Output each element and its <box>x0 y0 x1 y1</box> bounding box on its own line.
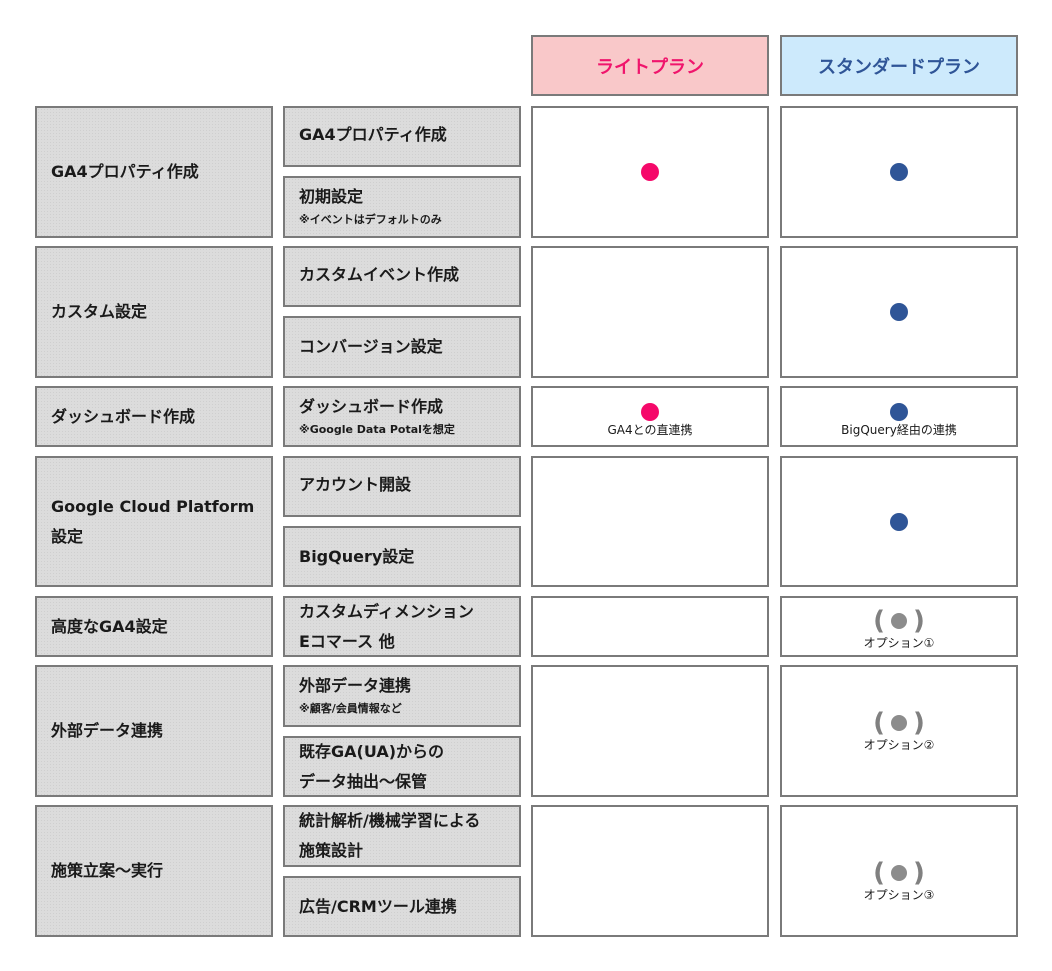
optional-dot-icon <box>891 715 907 731</box>
item-conversion-settings: コンバージョン設定 <box>283 316 521 378</box>
category-dashboard: ダッシュボード作成 <box>35 386 273 447</box>
open-paren: ( <box>873 605 885 636</box>
category-ga4-property: GA4プロパティ作成 <box>35 106 273 238</box>
item-bigquery-settings: BigQuery設定 <box>283 526 521 587</box>
item-title: 広告/CRMツール連携 <box>299 896 457 916</box>
item-initial-settings: 初期設定 ※イベントはデフォルトのみ <box>283 176 521 238</box>
lite-cell-custom-settings <box>531 246 769 378</box>
item-ua-data-extract: 既存GA(UA)からの データ抽出～保管 <box>283 736 521 797</box>
optional-dot-icon <box>891 865 907 881</box>
category-label-line: 設定 <box>51 526 84 546</box>
category-label: 外部データ連携 <box>51 721 164 740</box>
plan-header-standard: スタンダードプラン <box>780 35 1018 96</box>
item-title-line: 既存GA(UA)からの <box>299 741 445 761</box>
plan-header-lite-label: ライトプラン <box>596 56 704 78</box>
close-paren: ) <box>913 605 925 636</box>
category-label: ダッシュボード作成 <box>51 406 196 426</box>
included-dot-icon <box>890 512 908 531</box>
option-mark: ( ) <box>873 710 925 736</box>
item-dashboard-create: ダッシュボード作成 ※Google Data Potalを想定 <box>283 386 521 447</box>
standard-cell-dashboard: BigQuery経由の連携 <box>780 386 1018 447</box>
item-title: ダッシュボード作成 <box>299 396 444 416</box>
optional-dot-icon <box>891 612 907 629</box>
lite-cell-measures <box>531 805 769 937</box>
category-label-line: Google Cloud Platform <box>51 496 255 516</box>
standard-cell-advanced-ga4: ( ) オプション① <box>780 596 1018 657</box>
plan-note: オプション① <box>863 635 935 650</box>
item-title: BigQuery設定 <box>299 546 415 566</box>
item-ga4-property-create: GA4プロパティ作成 <box>283 106 521 167</box>
item-title: コンバージョン設定 <box>299 337 443 356</box>
item-custom-event: カスタムイベント作成 <box>283 246 521 307</box>
standard-cell-ga4-property <box>780 106 1018 238</box>
item-note: ※Google Data Potalを想定 <box>299 422 455 436</box>
lite-cell-ga4-property <box>531 106 769 238</box>
plan-note: オプション② <box>863 738 935 752</box>
item-title: アカウント開設 <box>299 475 412 494</box>
included-dot-icon <box>890 163 908 181</box>
option-mark: ( ) <box>873 860 925 886</box>
standard-cell-custom-settings <box>780 246 1018 378</box>
item-title-line: 施策設計 <box>299 841 364 860</box>
category-advanced-ga4: 高度なGA4設定 <box>35 596 273 657</box>
open-paren: ( <box>873 708 885 738</box>
category-label: 高度なGA4設定 <box>51 616 168 636</box>
standard-cell-measures: ( ) オプション③ <box>780 805 1018 937</box>
item-title: GA4プロパティ作成 <box>299 125 447 144</box>
standard-cell-gcp <box>780 456 1018 587</box>
item-title: カスタムイベント作成 <box>299 265 460 284</box>
standard-cell-external-data: ( ) オプション② <box>780 665 1018 797</box>
item-note: ※イベントはデフォルトのみ <box>299 213 442 226</box>
close-paren: ) <box>913 708 925 738</box>
item-ad-crm-link: 広告/CRMツール連携 <box>283 876 521 937</box>
category-external-data: 外部データ連携 <box>35 665 273 797</box>
plan-header-standard-label: スタンダードプラン <box>818 56 980 78</box>
item-title: 外部データ連携 <box>299 676 412 695</box>
item-statistical-analysis: 統計解析/機械学習による 施策設計 <box>283 805 521 867</box>
item-note: ※顧客/会員情報など <box>299 702 402 715</box>
category-gcp: Google Cloud Platform 設定 <box>35 456 273 587</box>
category-label: カスタム設定 <box>51 302 148 321</box>
lite-cell-external-data <box>531 665 769 797</box>
item-custom-dimension: カスタムディメンション Eコマース 他 <box>283 596 521 657</box>
lite-cell-dashboard: GA4との直連携 <box>531 386 769 447</box>
item-title: 初期設定 <box>299 187 364 206</box>
included-dot-icon <box>641 163 659 181</box>
plan-header-lite: ライトプラン <box>531 35 769 96</box>
close-paren: ) <box>913 858 925 888</box>
plan-note: GA4との直連携 <box>607 422 693 437</box>
item-external-data-link: 外部データ連携 ※顧客/会員情報など <box>283 665 521 727</box>
lite-cell-advanced-ga4 <box>531 596 769 657</box>
option-mark: ( ) <box>873 608 925 634</box>
item-title-line: Eコマース 他 <box>299 631 395 651</box>
category-label: 施策立案～実行 <box>51 861 164 880</box>
plan-note: BigQuery経由の連携 <box>841 422 957 437</box>
plan-note: オプション③ <box>863 888 935 902</box>
included-dot-icon <box>641 402 659 421</box>
item-title-line: カスタムディメンション <box>299 601 474 621</box>
lite-cell-gcp <box>531 456 769 587</box>
open-paren: ( <box>873 858 885 888</box>
included-dot-icon <box>890 303 908 321</box>
category-custom-settings: カスタム設定 <box>35 246 273 378</box>
item-account-open: アカウント開設 <box>283 456 521 517</box>
item-title-line: データ抽出～保管 <box>299 771 428 791</box>
category-measures: 施策立案～実行 <box>35 805 273 937</box>
item-title-line: 統計解析/機械学習による <box>299 811 481 830</box>
included-dot-icon <box>890 402 908 421</box>
category-label: GA4プロパティ作成 <box>51 162 199 181</box>
